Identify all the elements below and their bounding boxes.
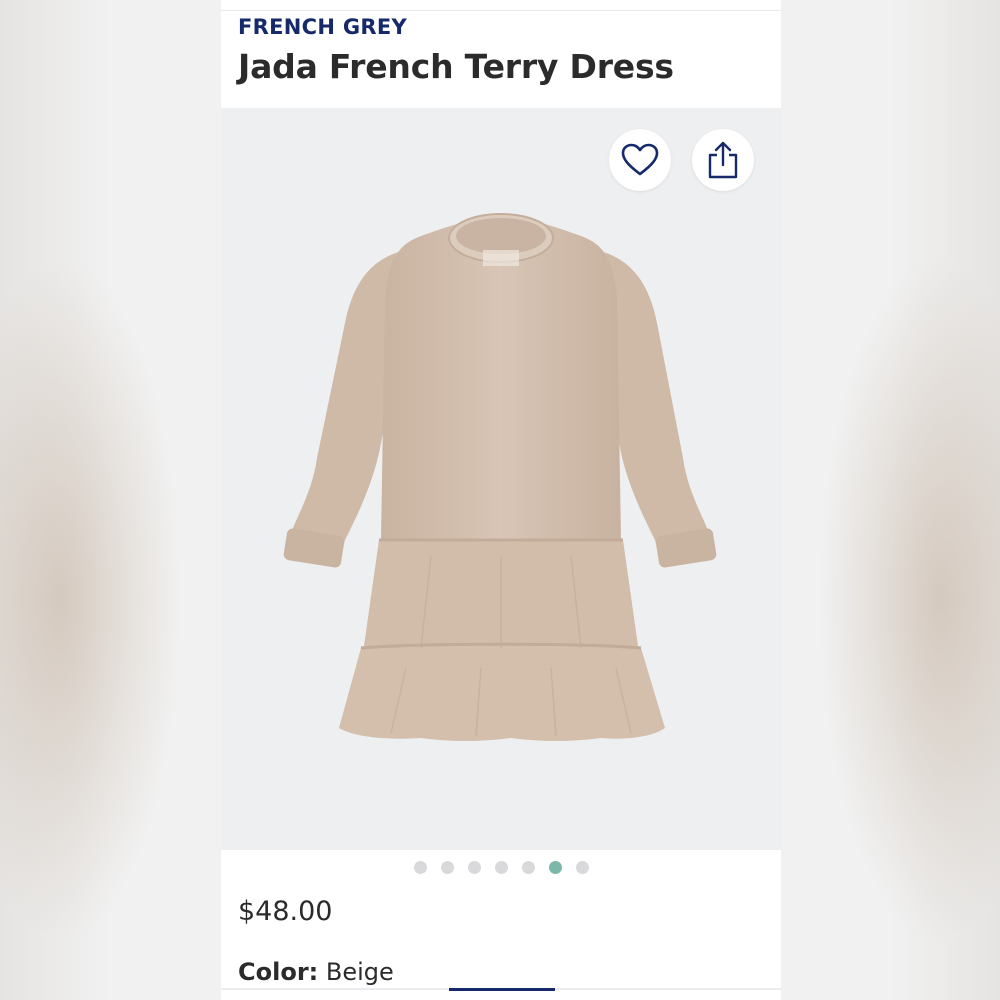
favorite-button[interactable]: [609, 129, 671, 191]
color-selection: Color: Beige: [238, 958, 394, 986]
share-button[interactable]: [692, 129, 754, 191]
carousel-dot-6[interactable]: [548, 861, 562, 874]
carousel-dot-2[interactable]: [440, 861, 454, 874]
home-indicator: [449, 988, 555, 991]
image-carousel-dots[interactable]: [221, 861, 781, 875]
top-divider: [221, 10, 781, 11]
carousel-dot-7[interactable]: [575, 861, 589, 874]
carousel-dot-3[interactable]: [467, 861, 481, 874]
carousel-dot-5[interactable]: [521, 861, 535, 874]
carousel-dot-1[interactable]: [413, 861, 427, 874]
product-price: $48.00: [238, 896, 333, 927]
product-image-gallery[interactable]: [221, 108, 781, 850]
carousel-dot-4[interactable]: [494, 861, 508, 874]
color-label: Color:: [238, 958, 319, 986]
brand-name[interactable]: FRENCH GREY: [238, 15, 407, 39]
share-icon: [708, 141, 738, 179]
heart-icon: [621, 143, 659, 176]
product-image: [283, 213, 717, 741]
product-page: FRENCH GREY Jada French Terry Dress $48.…: [221, 0, 781, 1000]
product-title: Jada French Terry Dress: [238, 47, 674, 86]
color-value: Beige: [325, 958, 394, 986]
